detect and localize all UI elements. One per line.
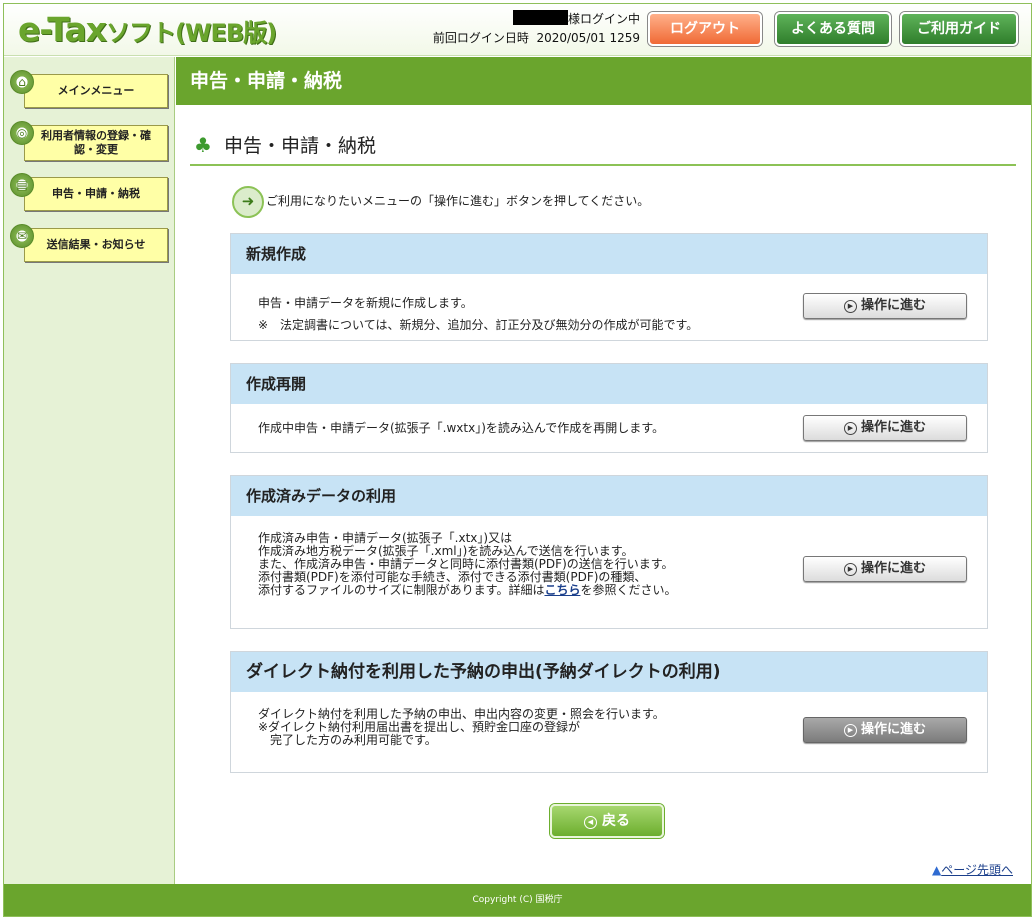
- proceed-button-use-data[interactable]: ▶ 操作に進む: [803, 556, 967, 582]
- sidebar-item-label: メインメニュー: [24, 74, 168, 108]
- section-title: ♣ 申告・申請・納税: [194, 133, 376, 157]
- home-icon: ⌂: [10, 70, 34, 94]
- play-icon: ▶: [843, 563, 857, 576]
- play-icon: ▶: [843, 300, 857, 313]
- logout-button[interactable]: ログアウト: [648, 12, 762, 46]
- panel-title: 作成済みデータの利用: [231, 476, 987, 516]
- panel-new-create: 新規作成 申告・申請データを新規に作成します。 ※ 法定調書については、新規分、…: [230, 233, 988, 341]
- back-icon: ◀: [584, 816, 597, 829]
- app-frame: e-Taxソフト(WEB版) 様ログイン中 前回ログイン日時 2020/05/0…: [3, 3, 1032, 917]
- header: e-Taxソフト(WEB版) 様ログイン中 前回ログイン日時 2020/05/0…: [4, 4, 1031, 56]
- panel-title: 新規作成: [231, 234, 987, 274]
- submission-icon: ▤: [10, 173, 34, 197]
- panel-text: 添付するファイルのサイズに制限があります。詳細は: [258, 583, 545, 597]
- panel-text: 申告・申請データを新規に作成します。: [258, 296, 473, 310]
- sidebar-item-submission[interactable]: 申告・申請・納税 ▤: [10, 173, 168, 211]
- footer: Copyright (C) 国税庁: [4, 884, 1031, 916]
- proceed-button-direct-payment[interactable]: ▶ 操作に進む: [803, 717, 967, 743]
- sidebar: メインメニュー ⌂ 利用者情報の登録・確認・変更 ◎ 申告・申請・納税 ▤ 送信…: [4, 57, 175, 884]
- login-info: 様ログイン中 前回ログイン日時 2020/05/01 1259: [414, 10, 640, 48]
- sidebar-item-label: 利用者情報の登録・確認・変更: [24, 125, 168, 161]
- faq-button[interactable]: よくある質問: [775, 12, 891, 46]
- panel-resume: 作成再開 作成中申告・申請データ(拡張子「.wxtx」)を読み込んで作成を再開し…: [230, 363, 988, 453]
- page-title: 申告・申請・納税: [176, 57, 1031, 105]
- copyright: Copyright (C) 国税庁: [472, 895, 563, 905]
- panel-direct-payment: ダイレクト納付を利用した予納の申出(予納ダイレクトの利用) ダイレクト納付を利用…: [230, 651, 988, 773]
- play-icon: ▶: [843, 422, 857, 435]
- play-icon: ▶: [843, 724, 857, 737]
- last-login-label: 前回ログイン日時: [432, 31, 529, 45]
- sidebar-item-label: 申告・申請・納税: [24, 177, 168, 211]
- main-content: 申告・申請・納税 ♣ 申告・申請・納税 ➜ ご利用になりたいメニューの「操作に進む」…: [176, 57, 1031, 884]
- etax-logo: e-Taxソフト(WEB版): [18, 10, 277, 49]
- guide-button[interactable]: ご利用ガイド: [900, 12, 1018, 46]
- sidebar-item-user-info[interactable]: 利用者情報の登録・確認・変更 ◎: [10, 121, 168, 163]
- redacted-username: [512, 10, 568, 25]
- instruction: ➜ ご利用になりたいメニューの「操作に進む」ボタンを押してください。: [232, 185, 649, 218]
- panel-title: ダイレクト納付を利用した予納の申出(予納ダイレクトの利用): [231, 652, 987, 692]
- proceed-button-resume[interactable]: ▶ 操作に進む: [803, 415, 967, 441]
- details-link[interactable]: こちら: [544, 583, 580, 597]
- panel-text: ※ 法定調書については、新規分、追加分、訂正分及び無効分の作成が可能です。: [258, 318, 699, 332]
- panel-title: 作成再開: [231, 364, 987, 404]
- panel-text: 作成中申告・申請データ(拡張子「.wxtx」)を読み込んで作成を再開します。: [258, 421, 665, 435]
- last-login-value: 2020/05/01 1259: [536, 31, 640, 45]
- panel-text: 完了した方のみ利用可能です。: [258, 733, 437, 747]
- sidebar-item-main-menu[interactable]: メインメニュー ⌂: [10, 70, 168, 108]
- document-arrow-icon: ➜: [232, 185, 264, 218]
- back-button[interactable]: ◀ 戻る: [550, 804, 664, 838]
- login-status: 様ログイン中: [567, 12, 640, 26]
- divider: [190, 164, 1016, 166]
- clover-icon: ♣: [194, 133, 212, 157]
- panel-text: を参照ください。: [580, 583, 677, 597]
- panel-use-created-data: 作成済みデータの利用 作成済み申告・申請データ(拡張子「.xtx」)又は 作成済…: [230, 475, 988, 629]
- mailbox-icon: ✉: [10, 224, 34, 248]
- user-info-icon: ◎: [10, 121, 34, 145]
- proceed-button-new-create[interactable]: ▶ 操作に進む: [803, 293, 967, 319]
- sidebar-item-label: 送信結果・お知らせ: [24, 228, 168, 262]
- page-top-link[interactable]: ▲ページ先頭へ: [932, 861, 1013, 878]
- sidebar-item-results[interactable]: 送信結果・お知らせ ✉: [10, 224, 168, 262]
- up-arrow-icon: ▲: [932, 863, 942, 877]
